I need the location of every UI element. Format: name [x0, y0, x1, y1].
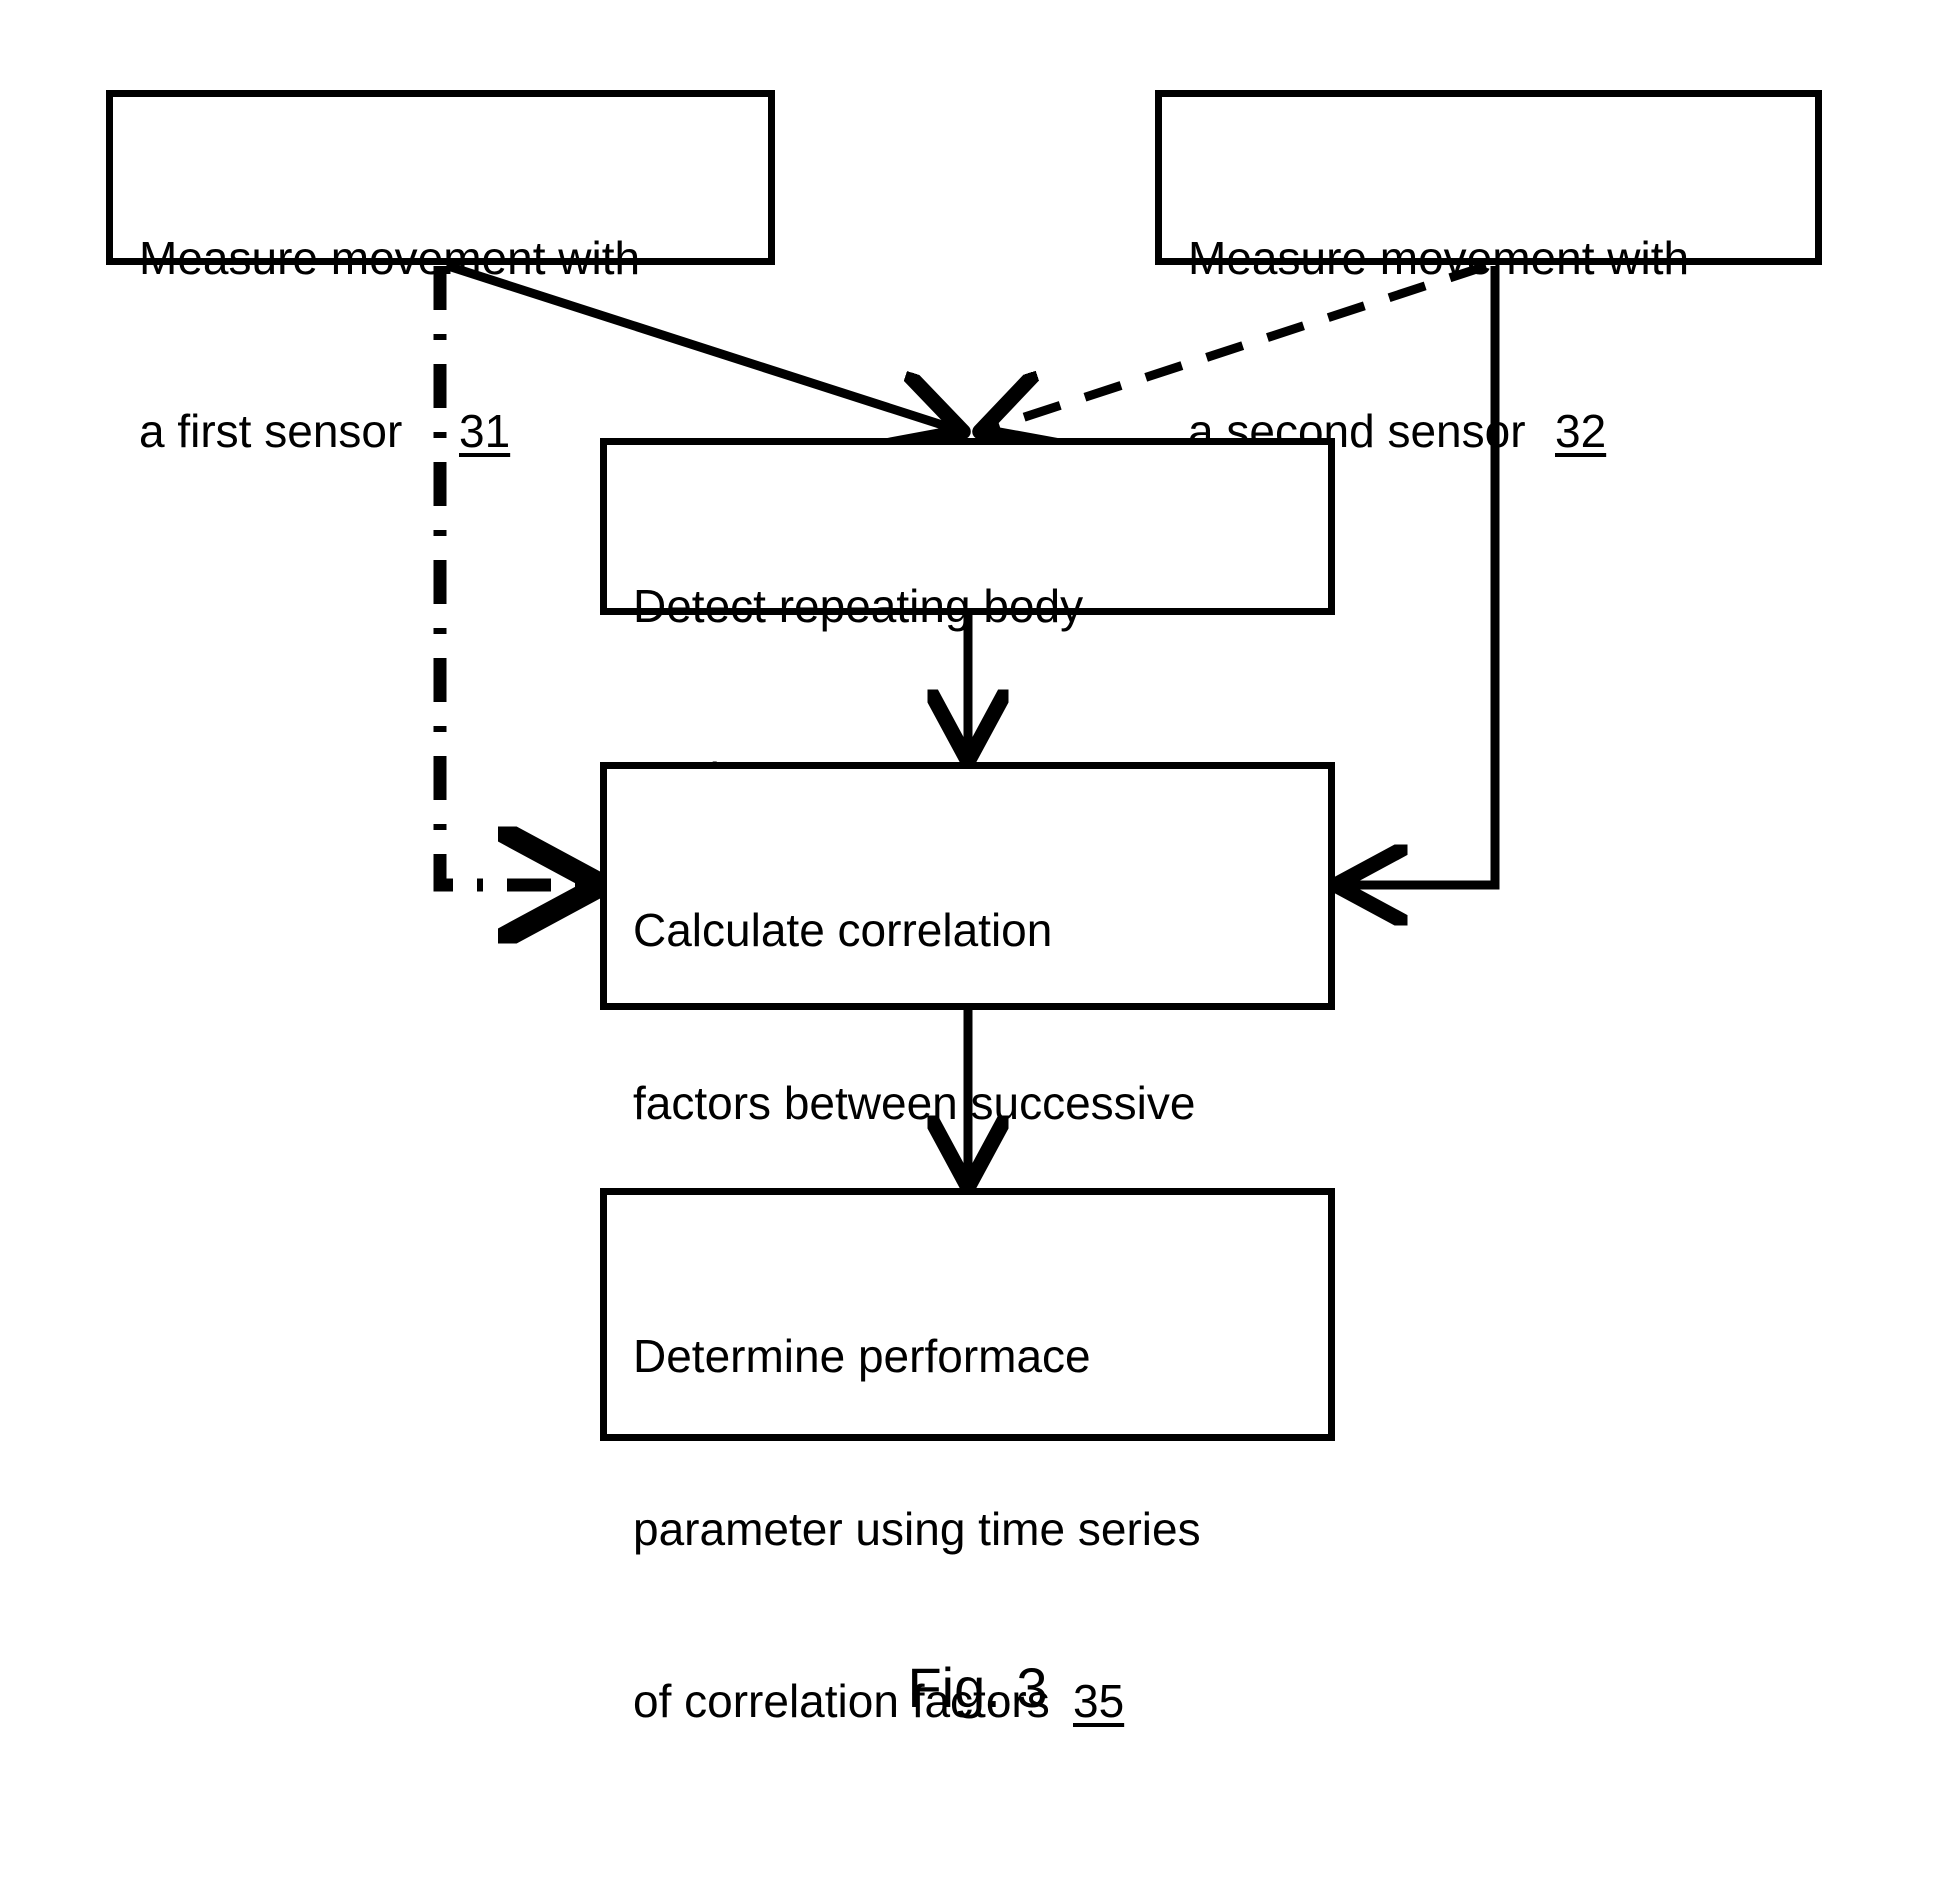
process-box-line-1: Measure movement with — [139, 232, 641, 284]
process-box-calculate-correlation-factors[interactable]: Calculate correlation factors between su… — [600, 762, 1335, 1301]
process-box-determine-performance-parameter[interactable]: Determine performace parameter using tim… — [600, 1188, 1335, 1727]
process-box-detect-repeating-body-motions[interactable]: Detect repeating body motions33 — [600, 438, 1335, 805]
figure-caption: Fig. 3 — [907, 1656, 1048, 1719]
process-box-line-1: Measure movement with — [1188, 232, 1690, 284]
process-box-measure-second-sensor[interactable]: Measure movement with a second sensor 32 — [1155, 90, 1822, 457]
process-box-text: Determine performace parameter using tim… — [633, 1213, 1302, 1846]
process-box-line-2: factors between successive — [633, 1076, 1196, 1129]
process-box-line-1: Calculate correlation — [633, 904, 1053, 956]
process-box-line-2: parameter using time series — [633, 1502, 1201, 1555]
process-box-line-1: Detect repeating body — [633, 580, 1084, 632]
process-box-line-1: Determine performace — [633, 1330, 1091, 1382]
process-box-measure-first-sensor[interactable]: Measure movement with a first sensor 31 — [106, 90, 775, 457]
reference-numeral: 32 — [1555, 404, 1607, 457]
reference-numeral: 31 — [459, 404, 511, 457]
patent-figure: Measure movement with a first sensor 31 M… — [0, 0, 1955, 1891]
